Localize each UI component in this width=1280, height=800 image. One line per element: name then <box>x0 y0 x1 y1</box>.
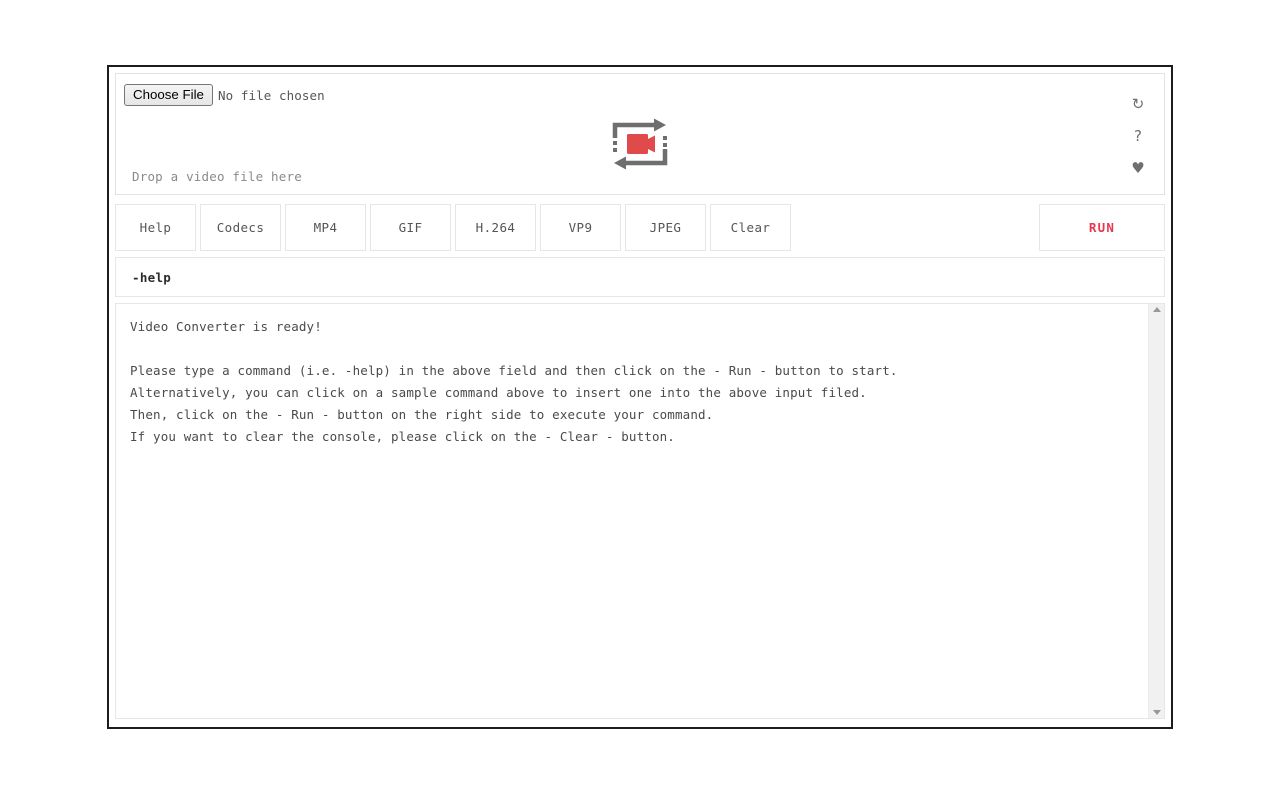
command-button-vp9[interactable]: VP9 <box>540 204 621 251</box>
scrollbar-track[interactable] <box>1149 312 1164 710</box>
video-converter-window: Choose File No file chosen Drop a video … <box>107 65 1173 729</box>
drop-hint-label: Drop a video file here <box>132 169 302 184</box>
command-button-gif[interactable]: GIF <box>370 204 451 251</box>
command-button-h264[interactable]: H.264 <box>455 204 536 251</box>
command-button-codecs[interactable]: Codecs <box>200 204 281 251</box>
file-drop-panel[interactable]: Choose File No file chosen Drop a video … <box>115 73 1165 195</box>
command-button-clear[interactable]: Clear <box>710 204 791 251</box>
command-input[interactable] <box>130 268 1150 286</box>
help-icon[interactable]: ? <box>1134 128 1142 144</box>
console-scrollbar[interactable] <box>1148 304 1164 718</box>
file-input-row: Choose File No file chosen <box>124 84 325 106</box>
video-convert-icon <box>612 118 668 170</box>
panel-tool-icons: ↻ ? ♥ <box>1122 74 1154 194</box>
favorite-icon[interactable]: ♥ <box>1131 160 1144 176</box>
file-status-label: No file chosen <box>217 87 325 103</box>
refresh-icon[interactable]: ↻ <box>1132 96 1145 112</box>
console-output-text: Video Converter is ready! Please type a … <box>130 319 898 444</box>
command-button-jpeg[interactable]: JPEG <box>625 204 706 251</box>
choose-file-button[interactable]: Choose File <box>124 84 213 106</box>
command-button-mp4[interactable]: MP4 <box>285 204 366 251</box>
video-convert-icon-wrap <box>116 116 1164 172</box>
console-output-panel: Video Converter is ready! Please type a … <box>115 303 1165 719</box>
run-button[interactable]: RUN <box>1039 204 1165 251</box>
command-button-help[interactable]: Help <box>115 204 196 251</box>
sample-command-bar: Help Codecs MP4 GIF H.264 VP9 JPEG Clear… <box>115 204 1165 251</box>
scroll-down-arrow-icon[interactable] <box>1152 710 1161 715</box>
command-input-box[interactable] <box>115 257 1165 297</box>
